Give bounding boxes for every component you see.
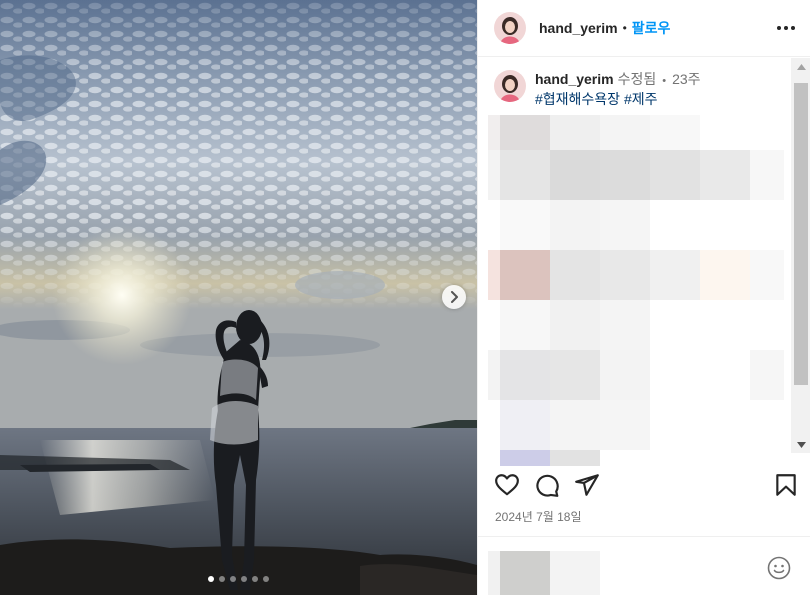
heart-icon[interactable] [494, 472, 520, 498]
comment-composer [478, 536, 810, 595]
post-header: hand_yerim • 팔로우 [478, 0, 810, 57]
post-actions [478, 466, 810, 506]
follow-button[interactable]: 팔로우 [632, 18, 671, 38]
comment-bubble-icon[interactable] [534, 472, 560, 498]
caption-text: hand_yerim 수정됨 • 23주 #협재해수욕장 #제주 [535, 70, 701, 108]
avatar[interactable] [494, 70, 526, 102]
comments-section[interactable]: hand_yerim 수정됨 • 23주 #협재해수욕장 #제주 [478, 58, 810, 466]
carousel-indicator [0, 576, 477, 582]
caption-username[interactable]: hand_yerim [535, 71, 614, 87]
post-photo[interactable] [0, 0, 477, 595]
separator-dot: • [662, 75, 667, 87]
carousel-dot [263, 576, 269, 582]
post-date[interactable]: 2024년 7월 18일 [495, 508, 582, 525]
carousel-dot [230, 576, 236, 582]
scroll-up-arrow-icon[interactable] [791, 58, 810, 75]
more-options-icon[interactable] [775, 18, 797, 38]
carousel-dot [252, 576, 258, 582]
separator-dot: • [622, 21, 627, 35]
scrollbar-thumb[interactable] [794, 83, 808, 385]
hashtags[interactable]: #협재해수욕장 #제주 [535, 90, 701, 108]
carousel-dot [208, 576, 214, 582]
bookmark-icon[interactable] [773, 472, 799, 498]
chevron-right-icon [451, 291, 458, 303]
carousel-dot [241, 576, 247, 582]
caption: hand_yerim 수정됨 • 23주 #협재해수욕장 #제주 [494, 70, 701, 108]
author-username[interactable]: hand_yerim [539, 20, 618, 36]
scroll-down-arrow-icon[interactable] [791, 436, 810, 453]
carousel-dot [219, 576, 225, 582]
avatar[interactable] [494, 12, 526, 44]
edited-label: 수정됨 [617, 71, 657, 87]
smiley-icon[interactable] [767, 556, 791, 580]
beach-sunset-photo [0, 0, 477, 595]
comments-scrollbar[interactable] [791, 58, 810, 453]
post-age[interactable]: 23주 [672, 71, 700, 87]
post-side-panel: hand_yerim • 팔로우 hand_yerim 수정됨 • 23주 #협재해수… [477, 0, 810, 595]
paper-plane-icon[interactable] [574, 472, 600, 498]
next-photo-button[interactable] [442, 285, 466, 309]
